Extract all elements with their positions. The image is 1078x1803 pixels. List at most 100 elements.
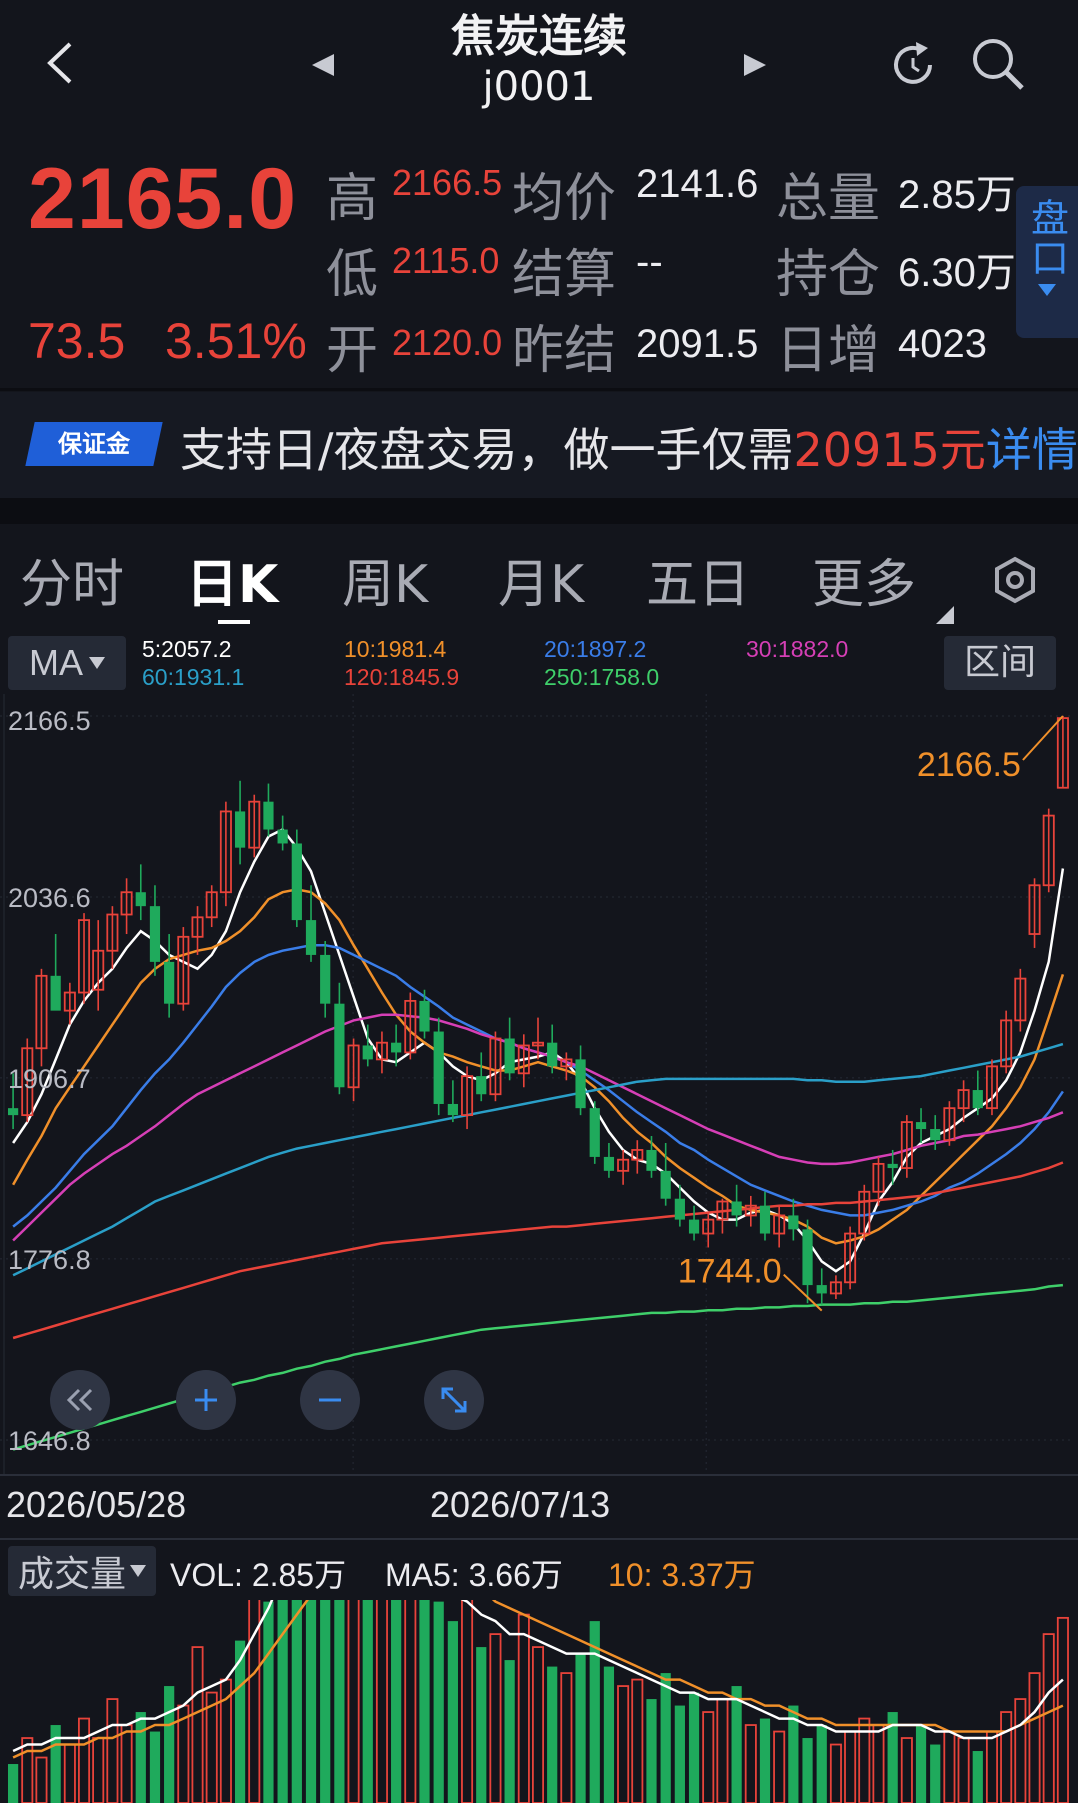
volume-selector-label: 成交量 xyxy=(17,1554,126,1595)
candle xyxy=(476,1052,487,1102)
candle-body xyxy=(433,1031,444,1104)
expand-icon xyxy=(441,1387,467,1413)
volume-bar xyxy=(603,1666,615,1803)
candle xyxy=(50,934,61,1011)
margin-banner[interactable]: 保证金 支持日/夜盘交易，做一手仅需20915元详情 xyxy=(0,392,1078,498)
divider xyxy=(0,388,1078,391)
volume-bar xyxy=(744,1724,757,1803)
price-change-pct: 3.51% xyxy=(165,313,307,369)
scroll-left-button[interactable] xyxy=(50,1370,110,1430)
banner-text: 支持日/夜盘交易，做一手仅需 xyxy=(180,423,794,477)
candle xyxy=(702,1212,715,1248)
search-icon[interactable] xyxy=(968,34,1028,94)
zoom-in-button[interactable] xyxy=(176,1370,236,1430)
candle xyxy=(320,940,331,1018)
candle-body xyxy=(50,975,61,1011)
y-tick-label: 1906.7 xyxy=(8,1064,91,1094)
ma-line-ma120 xyxy=(12,1161,1064,1340)
zoom-out-button[interactable] xyxy=(300,1370,360,1430)
range-button[interactable]: 区间 xyxy=(944,636,1056,690)
banner-highlight: 20915元 xyxy=(793,423,986,477)
candle-body xyxy=(759,1205,771,1234)
candle-body xyxy=(277,829,288,844)
fullscreen-button[interactable] xyxy=(424,1370,484,1430)
tab-4[interactable]: 五日 xyxy=(646,542,750,617)
date-axis-divider xyxy=(0,1474,1078,1476)
candle-body xyxy=(575,1059,586,1109)
candle-body xyxy=(887,1163,898,1169)
tab-0[interactable]: 分时 xyxy=(20,542,124,617)
refresh-icon[interactable] xyxy=(886,38,940,92)
candle-body xyxy=(603,1156,615,1171)
candle xyxy=(816,1268,827,1305)
candle-body xyxy=(688,1219,700,1234)
stat-value: 2120.0 xyxy=(392,322,503,363)
candle xyxy=(291,829,302,928)
stat-label: 昨结 xyxy=(512,321,617,381)
tab-3[interactable]: 月K xyxy=(498,542,584,617)
chart-settings-icon[interactable] xyxy=(988,553,1042,607)
volume-bar xyxy=(476,1647,487,1803)
volume-bar xyxy=(900,1737,913,1803)
stat-value: 6.30万 xyxy=(898,251,1016,295)
x-tick-label: 2026/07/13 xyxy=(430,1484,611,1525)
volume-bar xyxy=(773,1730,786,1803)
volume-bar xyxy=(50,1725,61,1803)
tab-5[interactable]: 更多 xyxy=(812,542,916,617)
stat-value: 2141.6 xyxy=(636,162,759,206)
candle xyxy=(92,920,105,1011)
candlestick-chart[interactable]: 2166.5 2036.6 1906.7 1776.8 1646.8 2166.5 1744… xyxy=(0,694,1078,1474)
candle-body xyxy=(646,1149,657,1171)
candle-body xyxy=(930,1129,941,1141)
volume-ma10: 10: 3.37万 xyxy=(608,1557,756,1593)
candle-body xyxy=(915,1122,927,1130)
candle xyxy=(106,906,119,969)
order-book-tab[interactable]: 盘口 xyxy=(1016,186,1078,338)
tab-1[interactable]: 日K xyxy=(186,542,278,617)
banner-text-row: 支持日/夜盘交易，做一手仅需20915元详情 xyxy=(180,414,1078,480)
volume-chart[interactable] xyxy=(0,1600,1078,1803)
candle xyxy=(35,968,48,1067)
candle xyxy=(603,1142,615,1178)
last-price: 2165.0 xyxy=(28,151,298,247)
volume-bar xyxy=(391,1600,402,1803)
volume-selector[interactable]: 成交量 xyxy=(8,1546,156,1596)
candle xyxy=(915,1108,927,1143)
ma-selector[interactable]: MA xyxy=(8,636,126,690)
candle-body xyxy=(263,801,274,830)
volume-bar xyxy=(164,1686,175,1803)
candle xyxy=(461,1066,474,1130)
ma-line-ma250 xyxy=(12,1283,1064,1451)
volume-bar xyxy=(347,1600,360,1803)
y-tick-label: 2166.5 xyxy=(8,706,91,736)
volume-bar xyxy=(531,1646,545,1803)
volume-bar xyxy=(816,1725,827,1803)
volume-value: VOL: 2.85万 xyxy=(170,1557,347,1593)
ma-value-5: 120:1845.9 xyxy=(344,664,460,690)
volume-bar xyxy=(135,1712,146,1803)
stat-label: 结算 xyxy=(512,245,617,305)
candle xyxy=(419,989,430,1039)
tab-2[interactable]: 周K xyxy=(342,542,428,617)
ma-value-3: 30:1882.0 xyxy=(746,636,849,662)
candle xyxy=(547,1024,558,1074)
candle xyxy=(447,1080,458,1123)
volume-bar xyxy=(1014,1698,1027,1803)
stat-label: 均价 xyxy=(512,169,617,229)
caret-down-icon xyxy=(89,657,105,669)
volume-bar xyxy=(688,1692,700,1803)
candle xyxy=(716,1198,729,1234)
candle xyxy=(219,801,232,907)
candle xyxy=(1014,968,1027,1032)
banner-more-link[interactable]: 详情 xyxy=(986,423,1078,477)
candle xyxy=(688,1205,700,1241)
candle xyxy=(504,1017,515,1081)
volume-bar xyxy=(575,1653,586,1803)
candle xyxy=(177,927,190,1011)
next-contract-icon[interactable] xyxy=(740,50,770,80)
candle xyxy=(900,1115,913,1178)
volume-bar xyxy=(92,1737,105,1803)
active-tab-underline xyxy=(218,620,250,624)
volume-bar xyxy=(1028,1672,1041,1803)
stat-label: 低 xyxy=(326,245,379,305)
